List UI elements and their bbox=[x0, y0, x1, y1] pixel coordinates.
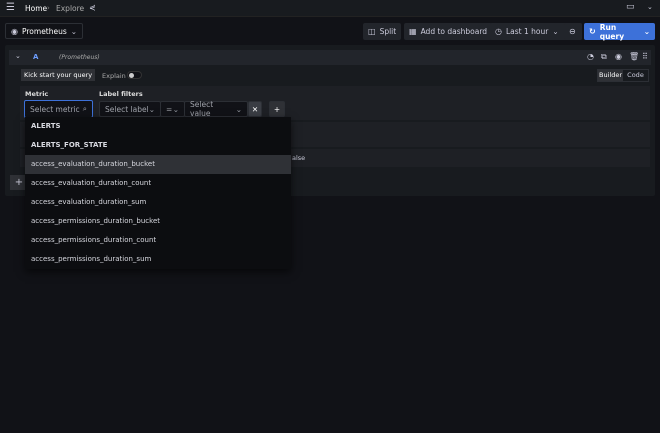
chevron-down-icon: ⌄ bbox=[148, 104, 155, 114]
dropdown-option[interactable]: access_evaluation_duration_count bbox=[25, 174, 291, 193]
builder-tab[interactable]: Builder bbox=[598, 70, 623, 81]
label-select[interactable]: Select label ⌄ bbox=[99, 101, 161, 117]
top-bar: ☰ Home › Explore ⋞ ▭ ⌄ bbox=[0, 0, 660, 17]
dropdown-option[interactable]: ALERTS bbox=[25, 117, 291, 136]
chevron-down-icon: ⌄ bbox=[172, 104, 179, 114]
option-value-text: alse bbox=[292, 154, 306, 162]
run-query-label: Run query bbox=[599, 22, 625, 41]
chevron-down-icon: ⌄ bbox=[70, 26, 78, 36]
run-query-button[interactable]: ↻ Run query ⌄ bbox=[584, 22, 655, 41]
label-placeholder: Select label bbox=[105, 104, 149, 114]
split-icon: ◫ bbox=[368, 27, 376, 36]
label-filters-label: Label filters bbox=[99, 90, 143, 98]
add-to-dashboard-button[interactable]: ▦ Add to dashboard bbox=[404, 23, 493, 40]
split-label: Split bbox=[379, 27, 397, 36]
operator-select[interactable]: = ⌄ bbox=[160, 101, 185, 117]
query-inspector-icon[interactable]: ◔ bbox=[587, 52, 594, 61]
eye-icon[interactable]: ◉ bbox=[615, 52, 622, 61]
dropdown-option[interactable]: access_permissions_duration_count bbox=[25, 231, 291, 250]
chevron-down-icon: ⌄ bbox=[235, 104, 242, 114]
query-datasource: (Prometheus) bbox=[59, 54, 100, 61]
value-placeholder: Select value bbox=[190, 100, 214, 118]
refresh-icon: ↻ bbox=[589, 27, 596, 36]
monitor-icon[interactable]: ▭ bbox=[626, 2, 635, 12]
dropdown-option[interactable]: access_evaluation_duration_sum bbox=[25, 193, 291, 212]
query-ref[interactable]: A bbox=[33, 53, 38, 61]
datasource-picker[interactable]: ◉ Prometheus ⌄ bbox=[5, 23, 84, 39]
dropdown-option[interactable]: access_permissions_duration_bucket bbox=[25, 212, 291, 231]
operator-value: = bbox=[166, 104, 173, 114]
metric-select[interactable]: Select metric ⌕ bbox=[24, 100, 93, 118]
add-filter-button[interactable]: + bbox=[269, 101, 285, 117]
grid-icon: ▦ bbox=[409, 27, 417, 36]
chevron-down-icon: ⌄ bbox=[552, 27, 559, 36]
metric-dropdown: ALERTS ALERTS_FOR_STATE access_evaluatio… bbox=[25, 117, 291, 269]
time-range-label: Last 1 hour bbox=[505, 27, 549, 36]
query-header: ⌄ A (Prometheus) ◔ ⧉ ◉ 🗑 ⠿ bbox=[9, 50, 651, 65]
breadcrumb-home[interactable]: Home bbox=[25, 4, 47, 13]
value-select[interactable]: Select value ⌄ bbox=[184, 100, 248, 118]
share-icon[interactable]: ⋞ bbox=[89, 3, 96, 12]
breadcrumb-separator: › bbox=[47, 4, 50, 12]
split-button[interactable]: ◫ Split bbox=[363, 23, 402, 40]
mode-switch: Builder Code bbox=[597, 69, 649, 82]
chevron-down-icon[interactable]: ⌄ bbox=[644, 27, 650, 36]
metric-label: Metric bbox=[25, 90, 49, 98]
metric-placeholder: Select metric bbox=[30, 104, 80, 114]
remove-filter-button[interactable]: ✕ bbox=[248, 101, 262, 117]
dropdown-option[interactable]: access_permissions_duration_sum bbox=[25, 250, 291, 269]
trash-icon[interactable]: 🗑 bbox=[629, 52, 639, 61]
dropdown-option-highlighted[interactable]: access_evaluation_duration_bucket bbox=[25, 155, 291, 174]
clock-icon: ◷ bbox=[495, 27, 502, 36]
breadcrumb-explore[interactable]: Explore bbox=[56, 4, 84, 13]
kickstart-button[interactable]: Kick start your query bbox=[21, 69, 96, 81]
explain-label: Explain bbox=[102, 72, 126, 80]
zoom-out-button[interactable]: ⊖ bbox=[564, 23, 582, 40]
dropdown-option[interactable]: ALERTS_FOR_STATE bbox=[25, 136, 291, 155]
add-to-dashboard-label: Add to dashboard bbox=[420, 27, 488, 36]
prometheus-icon: ◉ bbox=[11, 26, 18, 36]
code-tab[interactable]: Code bbox=[623, 70, 648, 81]
datasource-name: Prometheus bbox=[21, 26, 67, 36]
chevron-down-icon[interactable]: ⌄ bbox=[647, 3, 653, 11]
collapse-icon[interactable]: ⌄ bbox=[15, 52, 21, 60]
menu-icon[interactable]: ☰ bbox=[6, 2, 15, 13]
duplicate-icon[interactable]: ⧉ bbox=[601, 52, 607, 62]
explain-toggle[interactable] bbox=[127, 71, 142, 79]
zoom-out-icon: ⊖ bbox=[569, 27, 576, 36]
drag-handle-icon[interactable]: ⠿ bbox=[642, 52, 648, 61]
search-icon: ⌕ bbox=[82, 104, 87, 113]
